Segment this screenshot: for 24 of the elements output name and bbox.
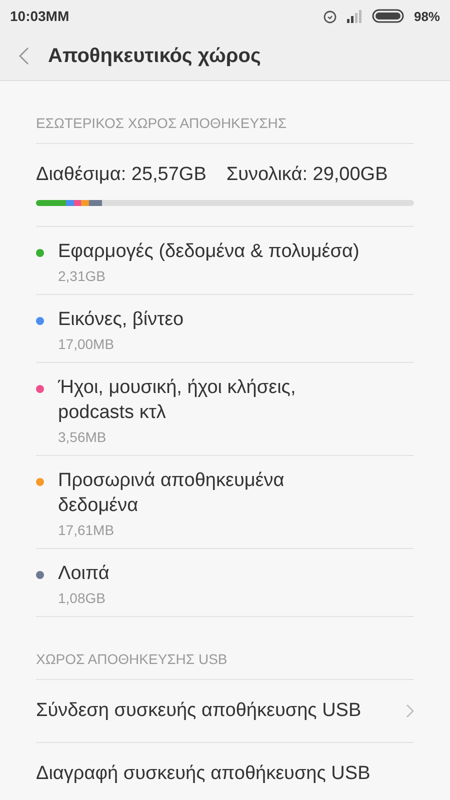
battery-level: 98% (414, 8, 440, 24)
category-size: 17,61MB (58, 522, 116, 538)
category-name[interactable]: Λοιπά (58, 561, 110, 586)
usb-option[interactable]: Διαγραφή συσκευής αποθήκευσης USB (36, 763, 370, 785)
category-name[interactable]: Προσωρινά αποθηκευμένα δεδομένα (58, 468, 367, 518)
chevron-icon (406, 704, 414, 718)
page-title: Αποθηκευτικός χώρος (48, 44, 261, 68)
signal-icon (346, 9, 364, 23)
usb-option[interactable]: Σύνδεση συσκευής αποθήκευσης USB (36, 700, 362, 722)
category-size: 1,08GB (58, 590, 106, 606)
category-name[interactable]: Εικόνες, βίντεο (58, 307, 184, 332)
battery-icon (372, 9, 406, 23)
section-heading: ΧΩΡΟΣ ΑΠΟΘΗΚΕΥΣΗΣ USB (36, 617, 414, 680)
status-time: 10:03MM (10, 8, 70, 24)
category-size: 2,31GB (58, 268, 106, 284)
category-size: 3,56MB (58, 429, 108, 445)
section-heading: ΕΣΩΤΕΡΙΚΟΣ ΧΩΡΟΣ ΑΠΟΘΗΚΕΥΣΗΣ (36, 81, 414, 144)
category-size: 17,00MB (58, 336, 116, 352)
alarm-icon (322, 8, 338, 24)
available-space: Διαθέσιμα: 25,57GB (36, 164, 206, 186)
category-name[interactable]: Ήχοι, μουσική, ήχοι κλήσεις, podcasts κτλ (58, 375, 367, 425)
category-name[interactable]: Εφαρμογές (δεδομένα & πολυμέσα) (58, 239, 360, 264)
total-space: Συνολικά: 29,00GB (226, 164, 388, 186)
back-button[interactable] (18, 46, 30, 66)
